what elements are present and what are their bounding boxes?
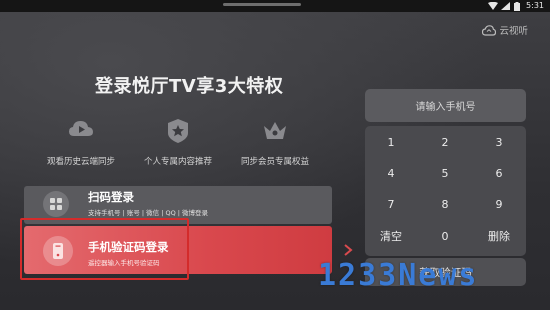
feature-label: 观看历史云端同步 (47, 157, 116, 167)
feature-history-sync: 观看历史云端同步 (47, 118, 115, 167)
grid-icon (43, 191, 69, 217)
focus-highlight (20, 218, 189, 280)
key-delete[interactable]: 删除 (474, 221, 524, 251)
chevron-right-icon (344, 244, 353, 256)
play-icon (69, 121, 93, 136)
qr-login-subtitle: 支持手机号 | 账号 | 微信 | QQ | 微博登录 (88, 209, 209, 217)
phone-input-placeholder: 请输入手机号 (415, 102, 476, 113)
key-6[interactable]: 6 (474, 158, 524, 188)
star-badge-icon (168, 119, 188, 143)
page-title: 登录悦厅TV享3大特权 (95, 76, 284, 97)
key-5[interactable]: 5 (420, 158, 470, 188)
brand-name: 云视听 (499, 26, 528, 37)
key-3[interactable]: 3 (474, 127, 524, 157)
feature-label: 同步会员专属权益 (241, 157, 310, 167)
key-9[interactable]: 9 (474, 189, 524, 219)
phone-number-input[interactable]: 请输入手机号 (365, 89, 526, 122)
feature-recommend: 个人专属内容推荐 (144, 118, 212, 167)
key-0[interactable]: 0 (420, 221, 470, 251)
key-8[interactable]: 8 (420, 189, 470, 219)
wifi-icon (488, 2, 498, 10)
crown-icon (264, 122, 286, 139)
battery-icon (514, 2, 520, 11)
feature-vip-sync: 同步会员专属权益 (241, 118, 309, 167)
brand-logo: 云视听 (482, 23, 528, 37)
key-1[interactable]: 1 (366, 127, 416, 157)
cloud-icon (482, 24, 497, 36)
key-4[interactable]: 4 (366, 158, 416, 188)
signal-icon (501, 2, 510, 10)
key-7[interactable]: 7 (366, 189, 416, 219)
notification-handle (223, 3, 301, 6)
feature-label: 个人专属内容推荐 (144, 157, 213, 167)
status-time: 5:31 (526, 1, 544, 10)
status-bar: 5:31 (0, 0, 550, 12)
key-clear[interactable]: 清空 (366, 221, 416, 251)
watermark: 1233News (318, 258, 479, 293)
qr-login-title: 扫码登录 (88, 190, 134, 204)
key-2[interactable]: 2 (420, 127, 470, 157)
number-keypad: 1 2 3 4 5 6 7 8 9 清空 0 删除 (365, 126, 526, 256)
